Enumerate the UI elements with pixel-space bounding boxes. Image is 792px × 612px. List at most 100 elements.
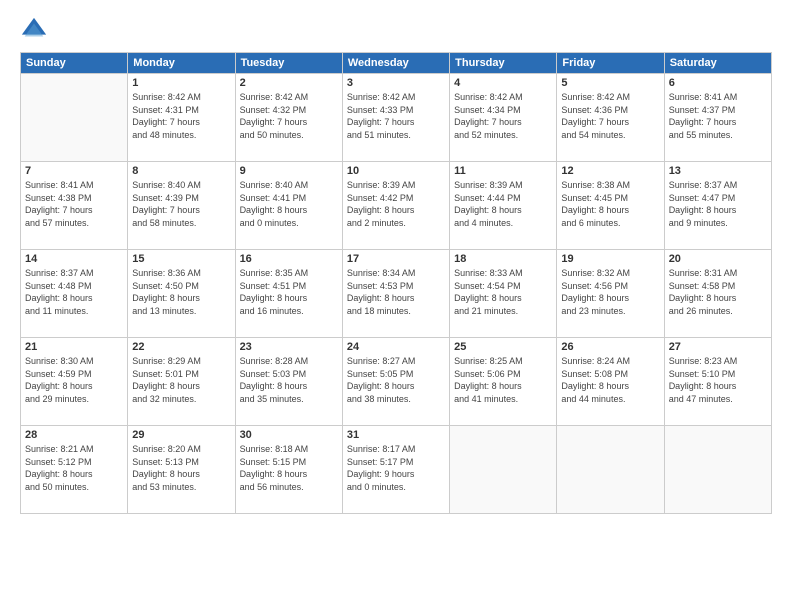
day-info: Sunrise: 8:37 AM Sunset: 4:48 PM Dayligh…: [25, 267, 123, 317]
day-number: 1: [132, 77, 230, 89]
day-number: 22: [132, 341, 230, 353]
weekday-friday: Friday: [557, 53, 664, 74]
day-info: Sunrise: 8:40 AM Sunset: 4:41 PM Dayligh…: [240, 179, 338, 229]
day-info: Sunrise: 8:28 AM Sunset: 5:03 PM Dayligh…: [240, 355, 338, 405]
day-info: Sunrise: 8:21 AM Sunset: 5:12 PM Dayligh…: [25, 443, 123, 493]
calendar-cell: 21 Sunrise: 8:30 AM Sunset: 4:59 PM Dayli…: [21, 338, 128, 426]
logo-icon: [20, 16, 48, 44]
calendar-cell: 9 Sunrise: 8:40 AM Sunset: 4:41 PM Daylig…: [235, 162, 342, 250]
calendar-cell: 6 Sunrise: 8:41 AM Sunset: 4:37 PM Daylig…: [664, 74, 771, 162]
weekday-saturday: Saturday: [664, 53, 771, 74]
calendar-cell: 24 Sunrise: 8:27 AM Sunset: 5:05 PM Dayli…: [342, 338, 449, 426]
week-row-5: 28 Sunrise: 8:21 AM Sunset: 5:12 PM Dayli…: [21, 426, 772, 514]
day-number: 20: [669, 253, 767, 265]
calendar-cell: [21, 74, 128, 162]
weekday-tuesday: Tuesday: [235, 53, 342, 74]
day-info: Sunrise: 8:39 AM Sunset: 4:42 PM Dayligh…: [347, 179, 445, 229]
day-number: 11: [454, 165, 552, 177]
calendar-cell: 19 Sunrise: 8:32 AM Sunset: 4:56 PM Dayli…: [557, 250, 664, 338]
calendar-cell: 18Sunrise: 8:33 AM Sunset: 4:54 PM Dayli…: [450, 250, 557, 338]
day-info: Sunrise: 8:24 AM Sunset: 5:08 PM Dayligh…: [561, 355, 659, 405]
calendar-cell: 15 Sunrise: 8:36 AM Sunset: 4:50 PM Dayli…: [128, 250, 235, 338]
day-info: Sunrise: 8:41 AM Sunset: 4:37 PM Dayligh…: [669, 91, 767, 141]
day-number: 27: [669, 341, 767, 353]
calendar-cell: 1 Sunrise: 8:42 AM Sunset: 4:31 PM Daylig…: [128, 74, 235, 162]
day-info: Sunrise: 8:25 AM Sunset: 5:06 PM Dayligh…: [454, 355, 552, 405]
weekday-monday: Monday: [128, 53, 235, 74]
week-row-3: 14 Sunrise: 8:37 AM Sunset: 4:48 PM Dayli…: [21, 250, 772, 338]
calendar-cell: 5 Sunrise: 8:42 AM Sunset: 4:36 PM Daylig…: [557, 74, 664, 162]
day-number: 25: [454, 341, 552, 353]
calendar-cell: 26 Sunrise: 8:24 AM Sunset: 5:08 PM Dayli…: [557, 338, 664, 426]
day-info: Sunrise: 8:20 AM Sunset: 5:13 PM Dayligh…: [132, 443, 230, 493]
day-number: 21: [25, 341, 123, 353]
day-info: Sunrise: 8:29 AM Sunset: 5:01 PM Dayligh…: [132, 355, 230, 405]
day-info: Sunrise: 8:38 AM Sunset: 4:45 PM Dayligh…: [561, 179, 659, 229]
weekday-sunday: Sunday: [21, 53, 128, 74]
day-info: Sunrise: 8:42 AM Sunset: 4:32 PM Dayligh…: [240, 91, 338, 141]
day-number: 23: [240, 341, 338, 353]
day-number: 12: [561, 165, 659, 177]
weekday-header-row: SundayMondayTuesdayWednesdayThursdayFrid…: [21, 53, 772, 74]
calendar-cell: 28 Sunrise: 8:21 AM Sunset: 5:12 PM Dayli…: [21, 426, 128, 514]
day-number: 31: [347, 429, 445, 441]
day-info: Sunrise: 8:17 AM Sunset: 5:17 PM Dayligh…: [347, 443, 445, 493]
calendar-cell: 16Sunrise: 8:35 AM Sunset: 4:51 PM Dayli…: [235, 250, 342, 338]
calendar-cell: 22 Sunrise: 8:29 AM Sunset: 5:01 PM Dayli…: [128, 338, 235, 426]
week-row-1: 1 Sunrise: 8:42 AM Sunset: 4:31 PM Daylig…: [21, 74, 772, 162]
day-info: Sunrise: 8:23 AM Sunset: 5:10 PM Dayligh…: [669, 355, 767, 405]
calendar-cell: 27 Sunrise: 8:23 AM Sunset: 5:10 PM Dayli…: [664, 338, 771, 426]
calendar-cell: 29 Sunrise: 8:20 AM Sunset: 5:13 PM Dayli…: [128, 426, 235, 514]
page: SundayMondayTuesdayWednesdayThursdayFrid…: [0, 0, 792, 612]
day-number: 9: [240, 165, 338, 177]
day-info: Sunrise: 8:36 AM Sunset: 4:50 PM Dayligh…: [132, 267, 230, 317]
day-info: Sunrise: 8:42 AM Sunset: 4:34 PM Dayligh…: [454, 91, 552, 141]
day-number: 3: [347, 77, 445, 89]
day-number: 8: [132, 165, 230, 177]
day-number: 28: [25, 429, 123, 441]
logo: [20, 16, 52, 44]
day-number: 29: [132, 429, 230, 441]
day-number: 13: [669, 165, 767, 177]
day-info: Sunrise: 8:37 AM Sunset: 4:47 PM Dayligh…: [669, 179, 767, 229]
calendar-cell: 20 Sunrise: 8:31 AM Sunset: 4:58 PM Dayli…: [664, 250, 771, 338]
day-number: 4: [454, 77, 552, 89]
day-info: Sunrise: 8:33 AM Sunset: 4:54 PM Dayligh…: [454, 267, 552, 317]
calendar-cell: 25 Sunrise: 8:25 AM Sunset: 5:06 PM Dayli…: [450, 338, 557, 426]
day-number: 16: [240, 253, 338, 265]
calendar-cell: 2 Sunrise: 8:42 AM Sunset: 4:32 PM Daylig…: [235, 74, 342, 162]
weekday-wednesday: Wednesday: [342, 53, 449, 74]
day-info: Sunrise: 8:41 AM Sunset: 4:38 PM Dayligh…: [25, 179, 123, 229]
calendar-cell: 23 Sunrise: 8:28 AM Sunset: 5:03 PM Dayli…: [235, 338, 342, 426]
day-info: Sunrise: 8:42 AM Sunset: 4:36 PM Dayligh…: [561, 91, 659, 141]
day-number: 7: [25, 165, 123, 177]
calendar-cell: 10 Sunrise: 8:39 AM Sunset: 4:42 PM Dayli…: [342, 162, 449, 250]
day-number: 15: [132, 253, 230, 265]
day-number: 2: [240, 77, 338, 89]
day-number: 24: [347, 341, 445, 353]
day-info: Sunrise: 8:40 AM Sunset: 4:39 PM Dayligh…: [132, 179, 230, 229]
day-number: 5: [561, 77, 659, 89]
day-number: 6: [669, 77, 767, 89]
day-info: Sunrise: 8:18 AM Sunset: 5:15 PM Dayligh…: [240, 443, 338, 493]
day-info: Sunrise: 8:32 AM Sunset: 4:56 PM Dayligh…: [561, 267, 659, 317]
day-number: 30: [240, 429, 338, 441]
day-number: 17: [347, 253, 445, 265]
day-number: 26: [561, 341, 659, 353]
day-info: Sunrise: 8:27 AM Sunset: 5:05 PM Dayligh…: [347, 355, 445, 405]
day-info: Sunrise: 8:31 AM Sunset: 4:58 PM Dayligh…: [669, 267, 767, 317]
day-info: Sunrise: 8:42 AM Sunset: 4:31 PM Dayligh…: [132, 91, 230, 141]
day-number: 19: [561, 253, 659, 265]
day-info: Sunrise: 8:39 AM Sunset: 4:44 PM Dayligh…: [454, 179, 552, 229]
day-number: 10: [347, 165, 445, 177]
day-number: 14: [25, 253, 123, 265]
calendar-cell: 11 Sunrise: 8:39 AM Sunset: 4:44 PM Dayli…: [450, 162, 557, 250]
calendar-cell: 12 Sunrise: 8:38 AM Sunset: 4:45 PM Dayli…: [557, 162, 664, 250]
header: [20, 16, 772, 44]
day-info: Sunrise: 8:34 AM Sunset: 4:53 PM Dayligh…: [347, 267, 445, 317]
day-info: Sunrise: 8:30 AM Sunset: 4:59 PM Dayligh…: [25, 355, 123, 405]
calendar-cell: [664, 426, 771, 514]
calendar-cell: [557, 426, 664, 514]
calendar-cell: 7 Sunrise: 8:41 AM Sunset: 4:38 PM Daylig…: [21, 162, 128, 250]
calendar-cell: 4 Sunrise: 8:42 AM Sunset: 4:34 PM Daylig…: [450, 74, 557, 162]
